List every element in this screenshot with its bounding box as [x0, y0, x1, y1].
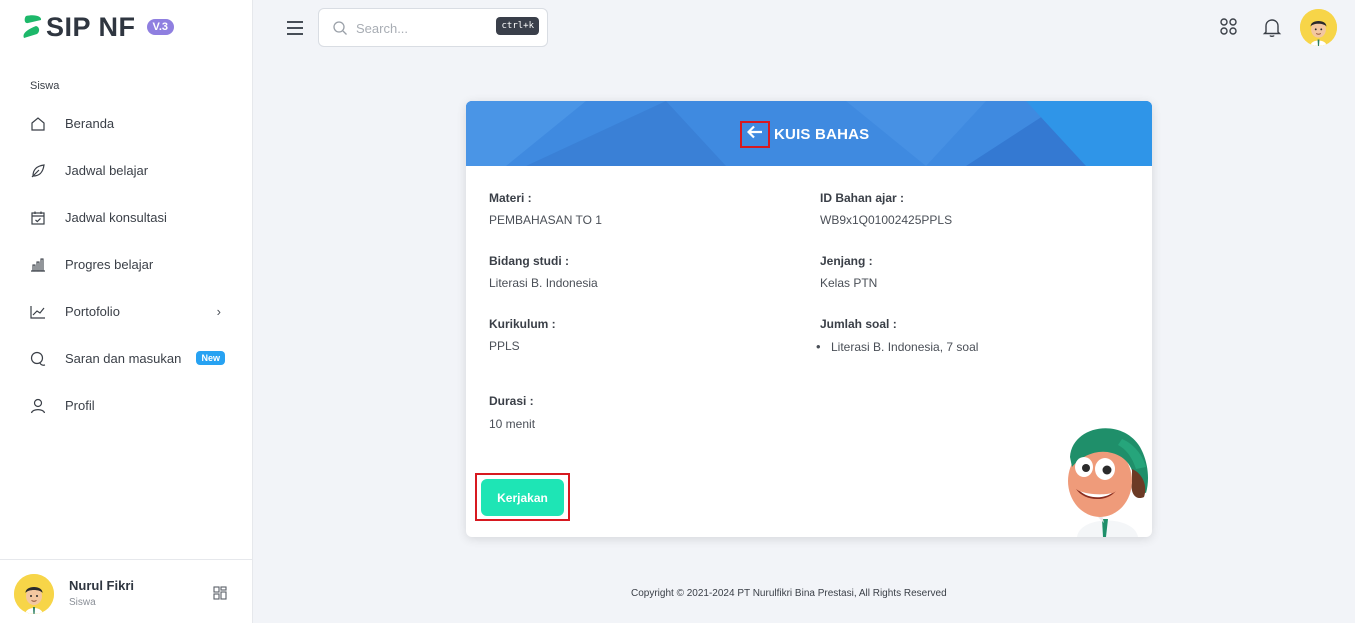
sidebar-item-label: Jadwal konsultasi	[65, 210, 167, 225]
user-icon	[30, 398, 46, 414]
kerjakan-button[interactable]: Kerjakan	[481, 479, 564, 516]
user-name: Nurul Fikri	[69, 578, 135, 593]
quiz-detail-card: KUIS BAHAS Materi : PEMBAHASAN TO 1 ID B…	[466, 101, 1152, 537]
search-box[interactable]: ctrl+k	[318, 8, 548, 47]
logo-mark-icon	[23, 15, 42, 38]
sidebar: SIP NF V.3 Siswa Beranda Jadwal belajar …	[0, 0, 253, 623]
sidebar-item-portofolio[interactable]: Portofolio ›	[0, 288, 253, 335]
sidebar-item-label: Profil	[65, 398, 95, 413]
mascot-illustration	[1068, 428, 1148, 537]
hamburger-menu-icon[interactable]	[285, 18, 305, 38]
kurikulum-value: PPLS	[489, 339, 520, 353]
sidebar-nav: Beranda Jadwal belajar Jadwal konsultasi…	[0, 100, 253, 429]
sidebar-section-label: Siswa	[30, 80, 60, 92]
id-bahan-ajar-label: ID Bahan ajar :	[820, 191, 905, 205]
search-icon	[332, 20, 348, 36]
user-role: Siswa	[69, 597, 96, 608]
durasi-value: 10 menit	[489, 417, 536, 431]
materi-label: Materi :	[489, 191, 532, 205]
bidang-studi-value: Literasi B. Indonesia	[489, 276, 598, 290]
new-badge: New	[196, 351, 225, 365]
materi-value: PEMBAHASAN TO 1	[489, 213, 602, 227]
sidebar-item-label: Progres belajar	[65, 257, 154, 272]
logo[interactable]: SIP NF V.3	[22, 11, 175, 42]
durasi-label: Durasi :	[489, 394, 534, 408]
sidebar-item-progres-belajar[interactable]: Progres belajar	[0, 241, 253, 288]
top-avatar[interactable]	[1300, 9, 1337, 46]
sidebar-item-label: Portofolio	[65, 304, 120, 319]
bar-chart-icon	[30, 257, 46, 273]
version-badge: V.3	[146, 19, 175, 35]
bidang-studi-label: Bidang studi :	[489, 254, 569, 268]
home-icon	[30, 116, 46, 132]
id-bahan-ajar-value: WB9x1Q01002425PPLS	[820, 213, 953, 227]
jumlah-soal-label: Jumlah soal :	[820, 317, 897, 331]
sidebar-item-label: Saran dan masukan	[65, 351, 182, 366]
search-shortcut-badge: ctrl+k	[496, 17, 539, 35]
sidebar-item-label: Jadwal belajar	[65, 163, 149, 178]
sidebar-item-profil[interactable]: Profil	[0, 382, 253, 429]
jenjang-label: Jenjang :	[820, 254, 873, 268]
apps-grid-icon[interactable]	[1218, 16, 1240, 38]
line-chart-icon	[30, 304, 46, 320]
sidebar-user-card: Nurul Fikri Siswa	[0, 559, 253, 623]
sidebar-item-beranda[interactable]: Beranda	[0, 100, 253, 147]
bell-icon[interactable]	[1261, 16, 1283, 38]
sidebar-item-saran-dan-masukan[interactable]: Saran dan masukan New	[0, 335, 253, 382]
list-item: Literasi B. Indonesia, 7 soal	[816, 339, 978, 354]
calendar-check-icon	[30, 210, 46, 226]
jenjang-value: Kelas PTN	[820, 276, 878, 290]
leaf-icon	[30, 163, 46, 179]
chevron-right-icon: ›	[216, 304, 221, 319]
back-button[interactable]	[740, 121, 770, 148]
logo-text: SIP NF	[46, 11, 136, 42]
avatar[interactable]	[14, 574, 54, 614]
card-header: KUIS BAHAS	[466, 101, 1152, 166]
arrow-left-icon	[746, 125, 763, 144]
switch-account-icon[interactable]	[213, 586, 227, 600]
kurikulum-label: Kurikulum :	[489, 317, 556, 331]
sidebar-item-jadwal-konsultasi[interactable]: Jadwal konsultasi	[0, 194, 253, 241]
sidebar-item-jadwal-belajar[interactable]: Jadwal belajar	[0, 147, 253, 194]
jumlah-soal-list: Literasi B. Indonesia, 7 soal	[816, 339, 978, 354]
copyright-text: Copyright © 2021-2024 PT Nurulfikri Bina…	[631, 588, 947, 599]
search-input[interactable]	[356, 17, 496, 39]
sidebar-item-label: Beranda	[65, 116, 115, 131]
chat-icon	[30, 351, 46, 367]
page-title: KUIS BAHAS	[774, 126, 870, 143]
